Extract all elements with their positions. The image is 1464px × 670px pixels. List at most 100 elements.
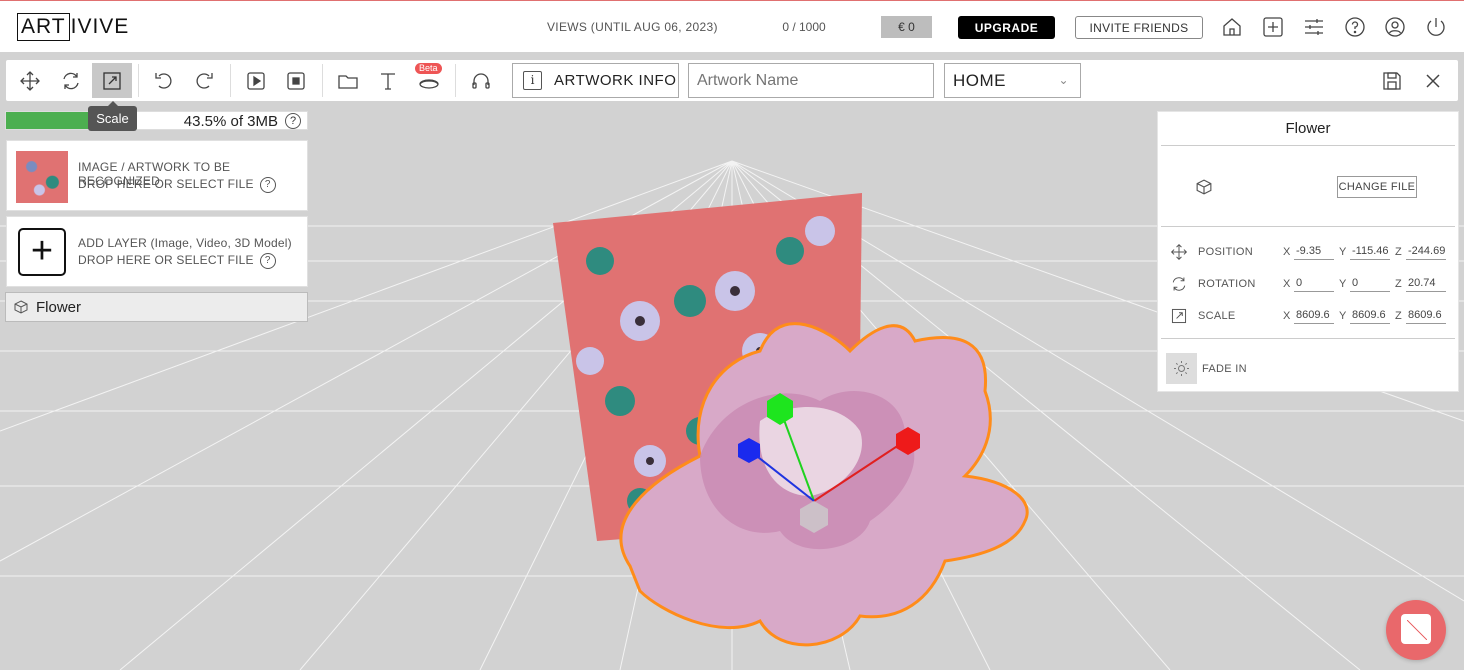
views-count: 0 / 1000 [727, 16, 881, 38]
axis-z-label: Z [1395, 310, 1402, 322]
storage-usage-label: 43.5% of 3MB [183, 113, 278, 130]
redo-button[interactable] [184, 63, 224, 98]
axis-z-label: Z [1395, 278, 1402, 290]
save-button[interactable] [1372, 63, 1412, 98]
artwork-info-button[interactable]: i ARTWORK INFO [512, 63, 679, 98]
rotation-y-input[interactable] [1350, 274, 1390, 292]
add-layer-dropzone[interactable]: + ADD LAYER (Image, Video, 3D Model) DRO… [6, 216, 308, 287]
play-button[interactable] [236, 63, 276, 98]
scale-y-input[interactable] [1350, 306, 1390, 324]
divider [1161, 145, 1455, 146]
toolbar-divider [230, 64, 231, 97]
layer-name: Flower [36, 298, 82, 316]
storage-usage-bar: 43.5% of 3MB ? [5, 111, 308, 130]
move-arrows-icon [20, 70, 40, 91]
change-file-button[interactable]: CHANGE FILE [1337, 176, 1417, 198]
rotation-label: ROTATION [1198, 278, 1256, 290]
rotate-icon [63, 72, 79, 89]
home-icon[interactable] [1221, 16, 1243, 38]
position-row: POSITION X Y Z [1158, 240, 1458, 264]
axis-x-label: X [1283, 310, 1291, 322]
logo-box-text: ART [17, 13, 70, 41]
axis-y-label: Y [1339, 278, 1347, 290]
scene-select-value: HOME [953, 71, 1006, 90]
headphones-icon [472, 72, 490, 89]
scene-select[interactable]: HOME ⌄ [944, 63, 1081, 98]
scale-z-input[interactable] [1406, 306, 1446, 324]
layer-select-file-label[interactable]: DROP HERE OR SELECT FILE [78, 253, 254, 267]
rotation-z-input[interactable] [1406, 274, 1446, 292]
rotate-tool-button[interactable] [51, 63, 91, 98]
scale-tool-button[interactable] [92, 63, 132, 98]
help-icon[interactable]: ? [259, 253, 276, 269]
position-x-input[interactable] [1294, 242, 1334, 260]
chat-icon [1401, 614, 1431, 644]
properties-title: Flower [1285, 120, 1331, 137]
logo-rest-text: IVIVE [70, 15, 130, 38]
top-header: ART IVIVE VIEWS (UNTIL AUG 06, 2023) 0 /… [0, 0, 1464, 52]
upgrade-button[interactable]: UPGRADE [958, 16, 1055, 39]
open-folder-button[interactable] [328, 63, 368, 98]
editor-toolbar: Beta i ARTWORK INFO HOME ⌄ [6, 60, 1458, 101]
axis-y-label: Y [1339, 310, 1347, 322]
flower-model [619, 322, 1029, 647]
power-logout-icon[interactable] [1425, 16, 1447, 38]
toolbar-divider [322, 64, 323, 97]
toolbar-divider [138, 64, 139, 97]
settings-sliders-icon[interactable] [1303, 16, 1325, 38]
scale-icon [1171, 308, 1187, 324]
undo-button[interactable] [144, 63, 184, 98]
fade-in-toggle[interactable] [1166, 353, 1197, 384]
beta-badge: Beta [415, 63, 442, 74]
storage-help-icon[interactable]: ? [285, 113, 301, 129]
text-icon [381, 72, 395, 90]
target-select-file-label[interactable]: DROP HERE OR SELECT FILE [78, 177, 254, 191]
target-image-select-row: DROP HERE OR SELECT FILE? [78, 177, 276, 193]
stop-icon [287, 71, 305, 90]
close-icon [1426, 73, 1440, 88]
stop-button[interactable] [276, 63, 316, 98]
balance-badge: € 0 [881, 16, 932, 38]
add-layer-title: ADD LAYER (Image, Video, 3D Model) [78, 236, 292, 250]
chat-support-button[interactable] [1386, 600, 1446, 660]
axis-y-label: Y [1339, 246, 1347, 258]
rotate-icon [1172, 277, 1186, 291]
axis-x-label: X [1283, 278, 1291, 290]
3d-model-icon [14, 300, 28, 314]
rotation-row: ROTATION X Y Z [1158, 272, 1458, 296]
scale-x-input[interactable] [1294, 306, 1334, 324]
user-account-icon[interactable] [1384, 16, 1406, 38]
add-layer-plus-icon[interactable]: + [18, 228, 66, 276]
position-y-input[interactable] [1350, 242, 1390, 260]
fade-sun-icon [1174, 361, 1189, 376]
audio-button[interactable] [461, 63, 501, 98]
move-tool-button[interactable] [10, 63, 50, 98]
redo-icon [196, 72, 213, 89]
artivive-logo[interactable]: ART IVIVE [17, 13, 129, 41]
help-icon[interactable]: ? [259, 177, 276, 193]
artwork-plane [553, 193, 862, 541]
layer-item-flower[interactable]: Flower [5, 292, 308, 322]
scale-icon [103, 71, 121, 90]
folder-icon [338, 74, 358, 89]
divider [1161, 338, 1455, 339]
add-artwork-icon[interactable] [1262, 16, 1284, 38]
properties-panel: Flower CHANGE FILE POSITION X Y Z ROTATI… [1157, 111, 1459, 392]
target-image-thumbnail [16, 151, 68, 203]
artwork-name-input[interactable] [688, 63, 934, 98]
add-layer-select-row: DROP HERE OR SELECT FILE? [78, 253, 276, 269]
move-arrows-icon [1170, 243, 1188, 261]
rotation-x-input[interactable] [1294, 274, 1334, 292]
scale-tooltip: Scale [88, 101, 137, 131]
undo-icon [155, 72, 172, 89]
views-label: VIEWS (UNTIL AUG 06, 2023) [547, 20, 718, 34]
play-icon [247, 71, 265, 90]
axis-x-label: X [1283, 246, 1291, 258]
target-image-dropzone[interactable]: IMAGE / ARTWORK TO BE RECOGNIZED DROP HE… [6, 140, 308, 211]
invite-friends-button[interactable]: INVITE FRIENDS [1075, 16, 1203, 39]
position-z-input[interactable] [1406, 242, 1446, 260]
close-editor-button[interactable] [1413, 63, 1453, 98]
text-tool-button[interactable] [368, 63, 408, 98]
toolbar-divider [455, 64, 456, 97]
help-icon[interactable] [1344, 16, 1366, 38]
